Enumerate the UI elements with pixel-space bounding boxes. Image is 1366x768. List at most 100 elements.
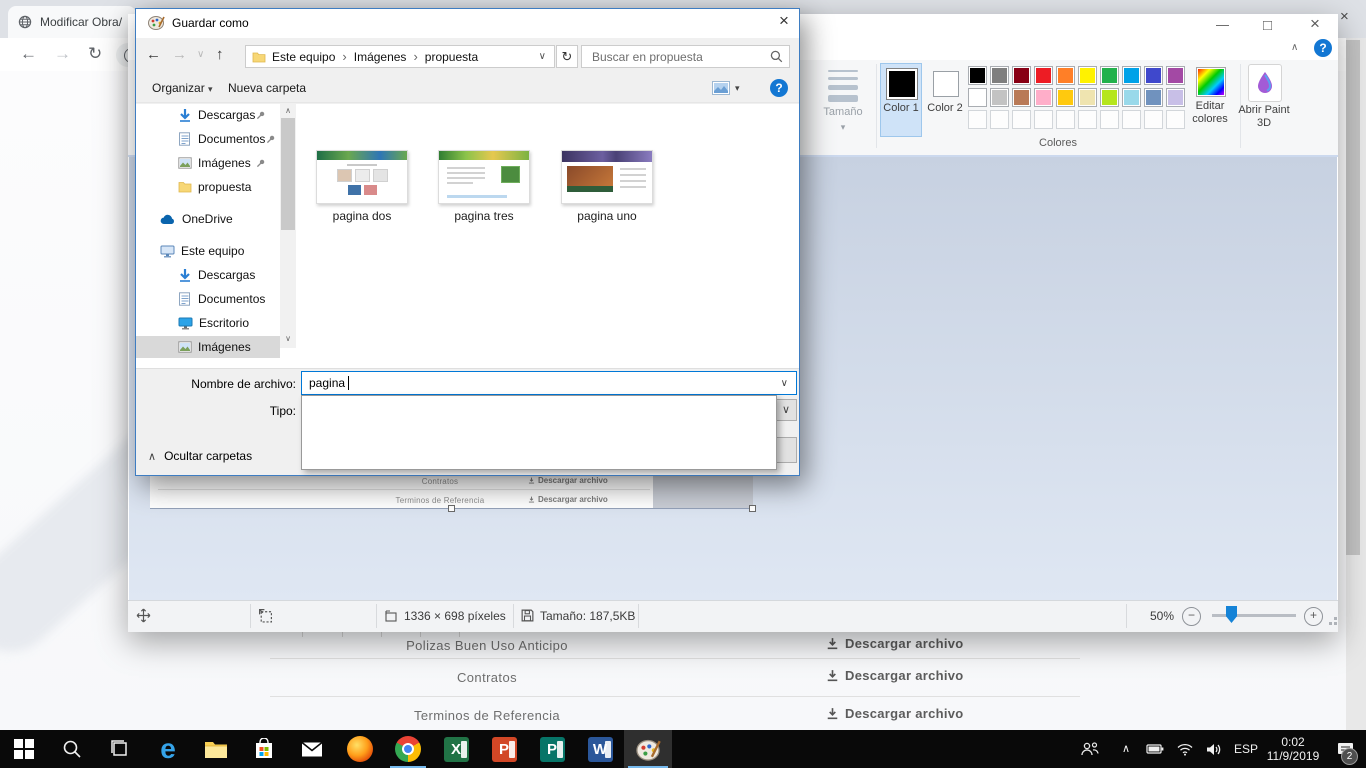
palette-color[interactable] [1034, 66, 1053, 85]
wifi-icon[interactable] [1170, 730, 1200, 768]
download-link[interactable]: Descargar archivo [826, 668, 964, 683]
scroll-down-icon[interactable]: ∨ [280, 334, 296, 343]
filename-dropdown-icon[interactable]: ∨ [781, 378, 788, 389]
palette-empty-slot[interactable] [1122, 110, 1141, 129]
palette-empty-slot[interactable] [1144, 110, 1163, 129]
word-button[interactable]: W [576, 730, 624, 768]
taskbar-search-button[interactable] [48, 730, 96, 768]
excel-button[interactable]: X [432, 730, 480, 768]
palette-color[interactable] [990, 88, 1009, 107]
palette-empty-slot[interactable] [1056, 110, 1075, 129]
palette-color[interactable] [1122, 66, 1141, 85]
palette-color[interactable] [968, 66, 987, 85]
people-button[interactable] [1072, 730, 1108, 768]
download-link[interactable]: Descargar archivo [826, 636, 964, 651]
breadcrumb-crumb[interactable]: Imágenes [354, 50, 407, 64]
paint-help-button[interactable]: ? [1314, 39, 1332, 57]
ribbon-collapse-icon[interactable]: ∧ [1291, 42, 1298, 53]
window-resize-grip[interactable] [1334, 622, 1337, 625]
publisher-button[interactable]: P [528, 730, 576, 768]
browser-refresh-icon[interactable]: ↻ [88, 44, 102, 64]
sidebar-item-escritorio[interactable]: Escritorio [136, 312, 280, 334]
palette-empty-slot[interactable] [1012, 110, 1031, 129]
powerpoint-button[interactable]: P [480, 730, 528, 768]
canvas-resize-handle-bottom[interactable] [448, 505, 455, 512]
paint-minimize-button[interactable]: — [1216, 17, 1229, 32]
sidebar-item-documentos[interactable]: Documentos [136, 128, 280, 150]
file-item[interactable]: pagina tres [426, 150, 542, 223]
palette-color[interactable] [990, 66, 1009, 85]
file-item[interactable]: pagina dos [304, 150, 420, 223]
view-mode-button[interactable]: ▾ [712, 81, 740, 95]
palette-color[interactable] [1056, 88, 1075, 107]
hide-folders-button[interactable]: ∧ Ocultar carpetas [148, 449, 252, 463]
size-dropdown-icon[interactable]: ▾ [816, 121, 870, 134]
task-view-button[interactable] [96, 730, 144, 768]
sidebar-item-onedrive[interactable]: OneDrive [136, 208, 280, 230]
dialog-back-icon[interactable]: ← [146, 46, 161, 63]
paint-maximize-button[interactable]: □ [1263, 17, 1272, 34]
breadcrumb-crumb[interactable]: propuesta [425, 50, 478, 64]
sidebar-scrollbar-thumb[interactable] [281, 118, 295, 230]
palette-color[interactable] [1100, 66, 1119, 85]
filetype-dropdown-icon[interactable]: ∨ [775, 399, 797, 421]
palette-color[interactable] [1144, 66, 1163, 85]
search-input[interactable] [590, 49, 754, 65]
new-folder-button[interactable]: Nueva carpeta [228, 81, 306, 95]
palette-color[interactable] [1100, 88, 1119, 107]
file-item[interactable]: pagina uno [549, 150, 665, 223]
open-paint3d-button[interactable]: Abrir Paint 3D [1237, 104, 1291, 130]
sidebar-item-imagenes[interactable]: Imágenes [136, 152, 280, 174]
zoom-out-button[interactable]: − [1182, 607, 1201, 626]
browser-scrollbar-thumb[interactable] [1346, 40, 1360, 555]
file-explorer-button[interactable] [192, 730, 240, 768]
sidebar-item-documentos-2[interactable]: Documentos [136, 288, 280, 310]
palette-color[interactable] [1122, 88, 1141, 107]
palette-color[interactable] [1056, 66, 1075, 85]
chrome-button[interactable] [384, 730, 432, 768]
sidebar-item-imagenes-2[interactable]: Imágenes [136, 336, 280, 358]
sidebar-item-este-equipo[interactable]: Este equipo [136, 240, 280, 262]
palette-empty-slot[interactable] [1034, 110, 1053, 129]
dialog-forward-icon[interactable]: → [172, 46, 187, 63]
save-button-partial[interactable] [775, 437, 797, 463]
zoom-in-button[interactable]: + [1304, 607, 1323, 626]
sidebar-item-descargas[interactable]: Descargas [136, 104, 280, 126]
palette-color[interactable] [1034, 88, 1053, 107]
address-dropdown-icon[interactable]: ∨ [539, 51, 546, 62]
canvas-resize-handle-corner[interactable] [749, 505, 756, 512]
download-link[interactable]: Descargar archivo [826, 706, 964, 721]
paint-taskbar-button[interactable] [624, 730, 672, 768]
volume-icon[interactable] [1198, 730, 1230, 768]
store-button[interactable] [240, 730, 288, 768]
size-button[interactable]: Tamaño [816, 106, 870, 119]
zoom-slider[interactable] [1212, 614, 1296, 617]
palette-color[interactable] [1144, 88, 1163, 107]
browser-tab[interactable]: Modificar Obra/ [8, 6, 136, 38]
sidebar-item-propuesta[interactable]: propuesta [136, 176, 280, 198]
recent-locations-icon[interactable]: ∨ [197, 49, 204, 60]
battery-icon[interactable] [1140, 730, 1170, 768]
refresh-button[interactable]: ↻ [556, 45, 578, 68]
edit-colors-button[interactable]: Editar colores [1182, 100, 1238, 126]
palette-color[interactable] [1012, 88, 1031, 107]
breadcrumb-crumb[interactable]: Este equipo [272, 50, 335, 64]
firefox-button[interactable] [336, 730, 384, 768]
palette-color[interactable] [1078, 66, 1097, 85]
language-indicator[interactable]: ESP [1234, 742, 1258, 756]
dialog-up-icon[interactable]: ↑ [216, 46, 224, 63]
palette-color[interactable] [1012, 66, 1031, 85]
palette-empty-slot[interactable] [968, 110, 987, 129]
palette-empty-slot[interactable] [990, 110, 1009, 129]
tray-expand-icon[interactable]: ∧ [1122, 742, 1130, 755]
palette-color[interactable] [1078, 88, 1097, 107]
filename-input[interactable]: pagina ∨ [301, 371, 797, 395]
search-box[interactable] [581, 45, 790, 68]
scroll-up-icon[interactable]: ∧ [280, 106, 296, 115]
browser-forward-icon[interactable]: → [54, 44, 71, 64]
organize-button[interactable]: Organizar ▾ [152, 81, 213, 95]
dialog-close-icon[interactable]: × [779, 11, 789, 31]
color2-button[interactable]: Color 2 [926, 102, 964, 115]
paint-close-button[interactable]: × [1310, 14, 1320, 34]
browser-back-icon[interactable]: ← [20, 44, 37, 64]
